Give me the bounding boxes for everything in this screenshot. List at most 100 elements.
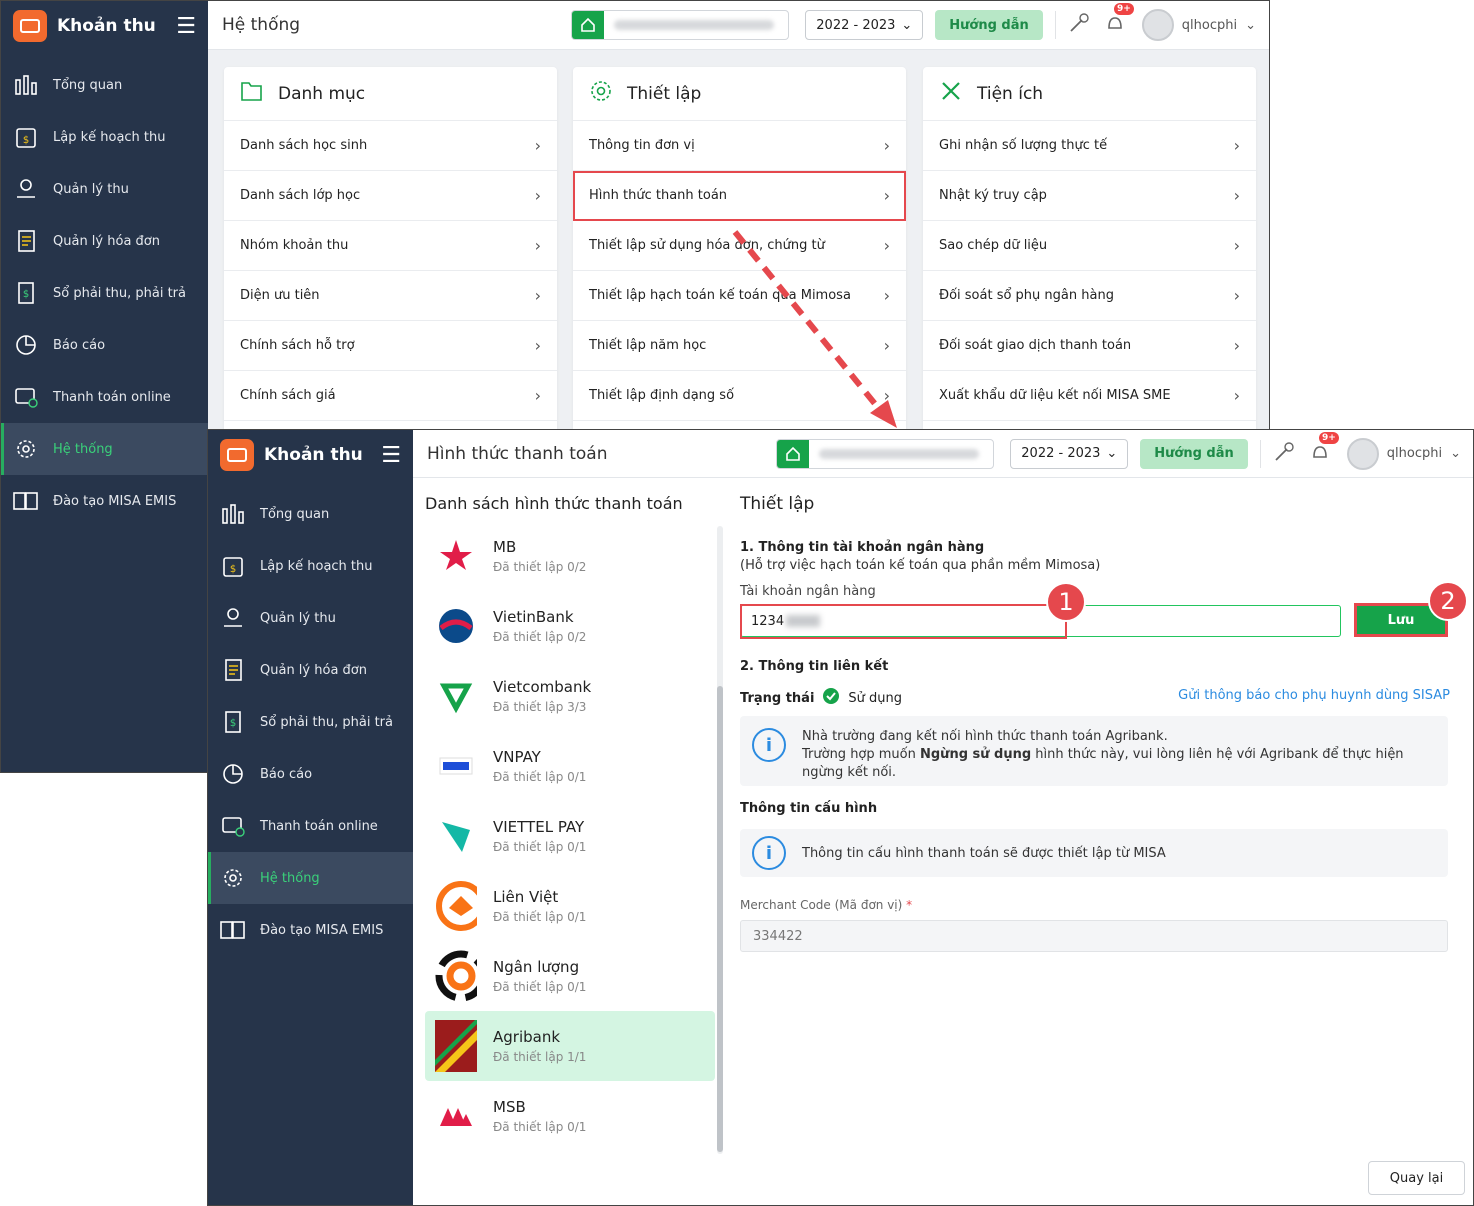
user-name: qlhocphi (1386, 446, 1443, 461)
msb-logo-icon (435, 1095, 477, 1137)
bank-setup-count: Đã thiết lập 0/1 (493, 840, 587, 854)
scrollbar[interactable] (717, 526, 723, 1154)
bank-name: Ngân lượng (493, 958, 580, 976)
bank-item[interactable]: MB Đã thiết lập 0/2 (425, 521, 715, 591)
nav-item-lap-ke-hoach[interactable]: $ Lập kế hoạch thu (208, 540, 413, 592)
status-value: Sử dụng (848, 690, 903, 706)
step-marker-1: 1 (1046, 582, 1086, 622)
merchant-code-input[interactable]: 334422 (740, 920, 1448, 952)
info-icon: i (752, 728, 786, 762)
section1-title: 1. Thông tin tài khoản ngân hàng (740, 540, 985, 555)
nav-item-so-phai-thu[interactable]: $ Sổ phải thu, phải trả (208, 696, 413, 748)
bank-name: Agribank (493, 1028, 561, 1046)
bank-setup-count: Đã thiết lập 3/3 (493, 700, 587, 714)
nav-item-hoa-don[interactable]: Quản lý hóa đơn (208, 644, 413, 696)
app-logo (220, 439, 254, 471)
back-button[interactable]: Quay lại (1368, 1161, 1465, 1195)
nav-item-dao-tao[interactable]: Đào tạo MISA EMIS (208, 904, 413, 956)
bank-item[interactable]: VNPAY Đã thiết lập 0/1 (425, 731, 715, 801)
bank-item[interactable]: Liên Việt Đã thiết lập 0/1 (425, 871, 715, 941)
chevron-down-icon: ⌄ (1106, 446, 1118, 461)
nav-label: Quản lý thu (260, 610, 336, 626)
nav-label: Lập kế hoạch thu (260, 558, 373, 574)
setup-title: Thiết lập (740, 494, 815, 514)
nav-label: Sổ phải thu, phải trả (260, 714, 393, 730)
unit-name-blurred (819, 448, 980, 459)
vnpay-logo-icon (435, 745, 477, 787)
nav-label: Tổng quan (260, 506, 330, 522)
ledger-icon: $ (220, 709, 246, 735)
highlight-box-1 (740, 604, 1067, 639)
avatar (1346, 437, 1379, 470)
nav-label: Quản lý hóa đơn (260, 662, 367, 678)
gear-icon (220, 865, 246, 891)
nav-item-he-thong[interactable]: Hệ thống (208, 852, 413, 904)
notification-badge: 9+ (1318, 431, 1339, 444)
nav-label: Báo cáo (260, 766, 313, 782)
scrollbar-thumb[interactable] (717, 686, 723, 1152)
required-mark: * (906, 898, 913, 912)
nav-label: Thanh toán online (260, 818, 378, 834)
nav-item-bao-cao[interactable]: Báo cáo (208, 748, 413, 800)
sidebar-header: Khoản thu ☰ (208, 430, 413, 480)
invoice-icon (220, 657, 246, 683)
nav-item-thanh-toan-online[interactable]: Thanh toán online (208, 800, 413, 852)
nav-item-tong-quan[interactable]: Tổng quan (208, 488, 413, 540)
config-info-text: Thông tin cấu hình thanh toán sẽ được th… (802, 845, 1166, 861)
bank-setup-count: Đã thiết lập 0/1 (493, 910, 587, 924)
nav-item-quan-ly-thu[interactable]: Quản lý thu (208, 592, 413, 644)
bank-name: VIETTEL PAY (493, 818, 585, 836)
vietinbank-logo-icon (435, 605, 477, 647)
unit-selector[interactable] (776, 438, 995, 469)
bank-item[interactable]: VietinBank Đã thiết lập 0/2 (425, 591, 715, 661)
step-marker-2: 2 (1428, 581, 1468, 621)
info-icon: i (752, 836, 786, 870)
setup-panel: Thiết lập 1. Thông tin tài khoản ngân hà… (740, 478, 1450, 1205)
bank-name: MB (493, 538, 517, 556)
notify-parents-link[interactable]: Gửi thông báo cho phụ huynh dùng SISAP (1178, 688, 1450, 703)
bank-name: VietinBank (493, 608, 574, 626)
info-line1: Nhà trường đang kết nối hình thức thanh … (802, 729, 1168, 744)
chevron-down-icon: ⌄ (1450, 446, 1461, 461)
bank-setup-count: Đã thiết lập 0/1 (493, 770, 587, 784)
pie-chart-icon (220, 761, 246, 787)
online-payment-icon (220, 813, 246, 839)
bank-list: MB Đã thiết lập 0/2 VietinBank Đã thiết lậ… (425, 521, 715, 1151)
book-icon (220, 917, 246, 943)
info-bold: Ngừng sử dụng (920, 747, 1032, 762)
bank-name: Vietcombank (493, 678, 592, 696)
bank-setup-count: Đã thiết lập 0/1 (493, 1120, 587, 1134)
merchant-label: Merchant Code (Mã đơn vị) (740, 898, 903, 912)
nav-label: Đào tạo MISA EMIS (260, 922, 384, 938)
menu-toggle-icon[interactable]: ☰ (381, 443, 401, 468)
brand-name: Khoản thu (264, 445, 363, 465)
section2-title: 2. Thông tin liên kết (740, 659, 889, 674)
bank-item-selected[interactable]: Agribank Đã thiết lập 1/1 (425, 1011, 715, 1081)
user-menu[interactable]: qlhocphi ⌄ (1346, 437, 1461, 470)
vietcombank-logo-icon (435, 675, 477, 717)
home-icon (777, 439, 810, 468)
bank-list-panel: Danh sách hình thức thanh toán MB Đã thiế… (413, 478, 723, 1205)
merchant-label-row: Merchant Code (Mã đơn vị) * (740, 898, 912, 912)
svg-text:$: $ (230, 718, 236, 729)
calendar-dollar-icon: $ (220, 553, 246, 579)
connection-info-box: i Nhà trường đang kết nối hình thức than… (740, 716, 1448, 786)
year-select[interactable]: 2022 - 2023 ⌄ (1010, 438, 1129, 469)
guide-button[interactable]: Hướng dẫn (1140, 438, 1248, 469)
status-row: Trạng thái Sử dụng (740, 687, 902, 709)
account-label: Tài khoản ngân hàng (740, 584, 876, 599)
page-title: Hình thức thanh toán (427, 443, 608, 464)
bank-item[interactable]: VIETTEL PAY Đã thiết lập 0/1 (425, 801, 715, 871)
viettelpay-logo-icon (435, 815, 477, 857)
front-topbar: Hình thức thanh toán 2022 - 2023 ⌄ Hướng … (413, 430, 1473, 478)
bank-item[interactable]: Vietcombank Đã thiết lập 3/3 (425, 661, 715, 731)
bank-item[interactable]: MSB Đã thiết lập 0/1 (425, 1081, 715, 1151)
merchant-value: 334422 (753, 928, 803, 944)
year-value: 2022 - 2023 (1021, 446, 1101, 461)
bell-icon[interactable]: 9+ (1309, 431, 1339, 467)
info-text: Trường hợp muốn (802, 747, 920, 762)
bank-item[interactable]: Ngân lượng Đã thiết lập 0/1 (425, 941, 715, 1011)
agribank-logo-icon (435, 1020, 477, 1072)
foreground-window: Khoản thu ☰ Tổng quan $ Lập kế hoạch thu … (207, 429, 1474, 1206)
wand-icon[interactable] (1273, 441, 1295, 467)
